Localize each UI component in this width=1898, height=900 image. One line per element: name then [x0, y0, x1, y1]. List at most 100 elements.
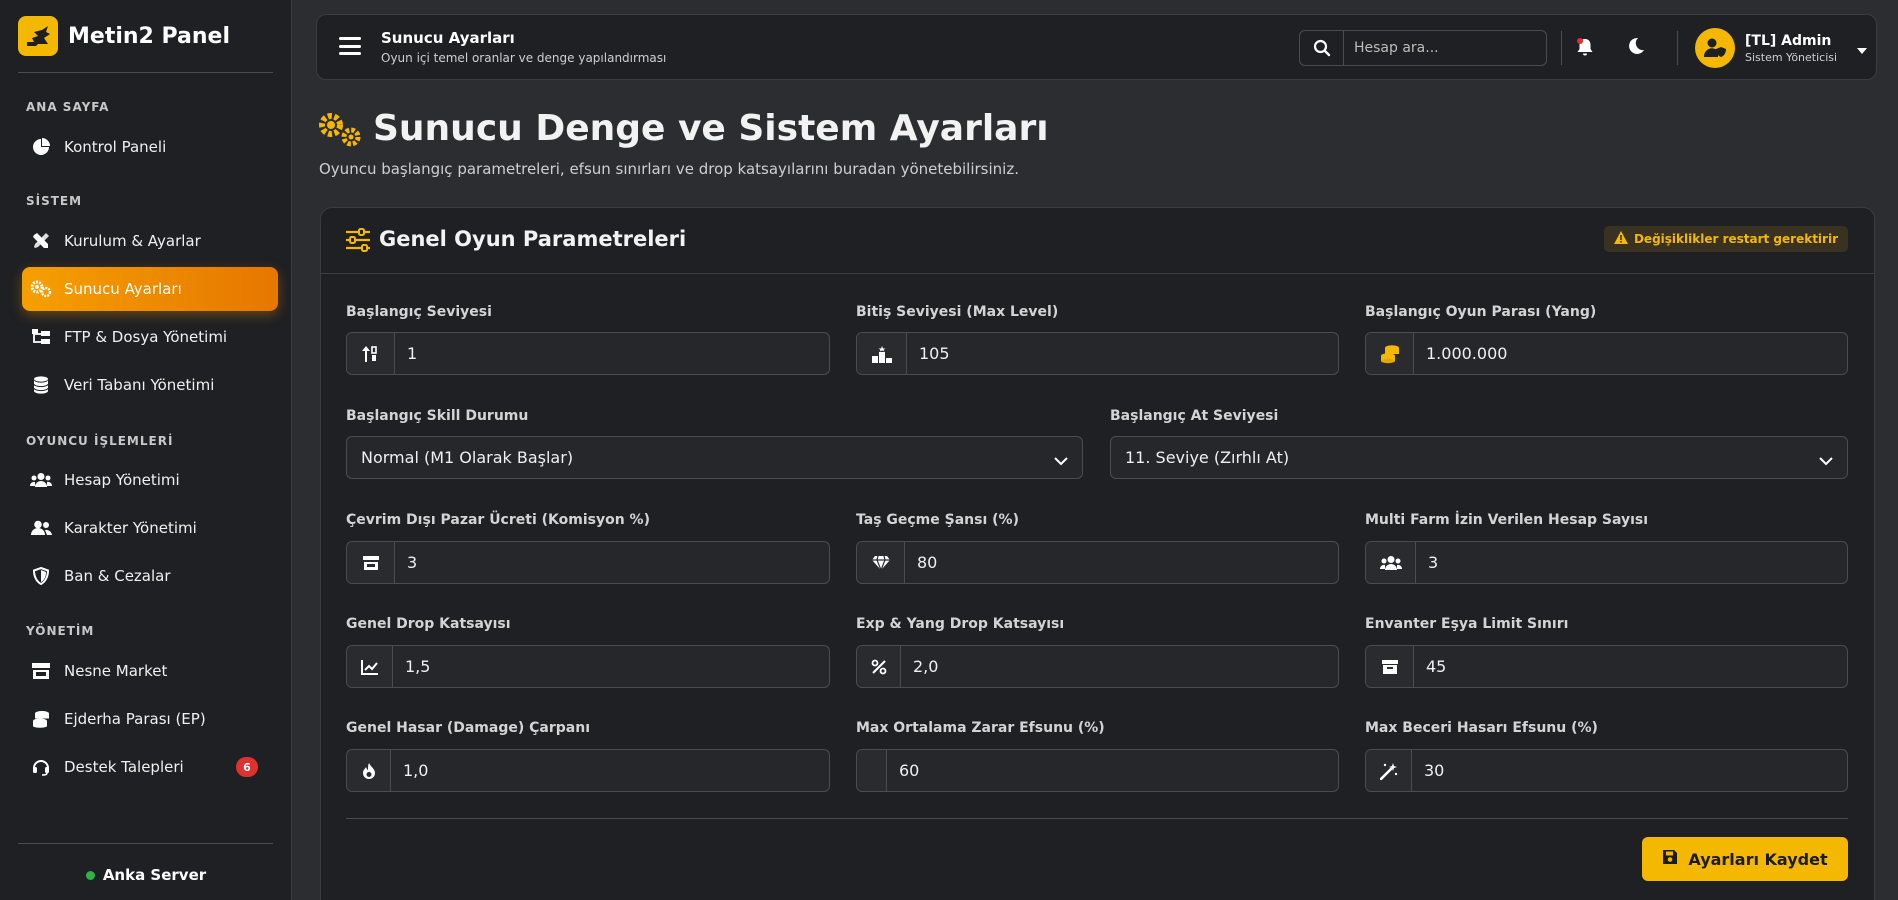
users-icon — [30, 469, 52, 491]
brand[interactable]: Metin2 Panel — [0, 0, 291, 72]
card-header: Genel Oyun Parametreleri Değişiklikler r… — [321, 208, 1874, 274]
chevron-down-icon — [1054, 451, 1068, 470]
menu-toggle-icon[interactable] — [339, 37, 361, 55]
top-bar: Sunucu Ayarları Oyun içi temel oranlar v… — [316, 14, 1877, 80]
sliders-icon — [345, 228, 371, 256]
chevron-down-icon — [1819, 451, 1833, 470]
search-input[interactable] — [1344, 31, 1546, 65]
exp-yang-rate-input[interactable] — [901, 646, 1338, 687]
max-skill-damage-input[interactable] — [1412, 750, 1847, 791]
gears-icon — [30, 278, 52, 300]
drop-rate-field — [346, 645, 830, 688]
section-sistem: SİSTEM — [26, 194, 83, 208]
sidebar-item-ftp-dosya[interactable]: FTP & Dosya Yönetimi — [22, 315, 278, 359]
sidebar-item-hesap[interactable]: Hesap Yönetimi — [22, 458, 278, 502]
save-disk-icon — [1662, 849, 1678, 869]
field-label: Çevrim Dışı Pazar Ücreti (Komisyon %) — [346, 512, 650, 528]
sidebar-item-label: Ban & Cezalar — [64, 567, 171, 585]
skill-state-select[interactable]: Normal (M1 Olarak Başlar) — [346, 436, 1083, 479]
account-search — [1299, 30, 1547, 66]
pie-chart-icon — [30, 136, 52, 158]
warning-text: Değişiklikler restart gerektirir — [1633, 232, 1838, 246]
market-fee-field — [346, 541, 830, 584]
page-title: Sunucu Denge ve Sistem Ayarları — [373, 108, 1049, 149]
sidebar-item-kurulum-ayarlar[interactable]: Kurulum & Ayarlar — [22, 219, 278, 263]
sidebar-bottom-divider — [18, 843, 273, 844]
sidebar-item-label: Destek Talepleri — [64, 758, 184, 776]
caret-down-icon — [1857, 39, 1868, 58]
damage-mult-field — [346, 749, 830, 792]
shield-icon — [30, 565, 52, 587]
warning-icon — [1613, 231, 1628, 247]
user-menu[interactable]: [TL] Admin Sistem Yöneticisi — [1695, 28, 1868, 68]
field-label: Bitiş Seviyesi (Max Level) — [856, 304, 1059, 320]
sidebar-item-label: Veri Tabanı Yönetimi — [64, 376, 215, 394]
store-icon — [347, 542, 395, 583]
archive-box-icon — [1366, 646, 1414, 687]
topbar-subtitle: Oyun içi temel oranlar ve denge yapıland… — [381, 51, 667, 65]
sidebar-item-ejderha-parasi[interactable]: Ejderha Parası (EP) — [22, 697, 278, 741]
max-level-input[interactable] — [907, 333, 1338, 374]
field-label: Başlangıç Oyun Parası (Yang) — [1365, 304, 1597, 320]
form-divider — [346, 818, 1848, 819]
sidebar-item-label: Karakter Yönetimi — [64, 519, 197, 537]
field-label: Max Ortalama Zarar Efsunu (%) — [856, 720, 1105, 736]
start-level-field — [346, 332, 830, 375]
moon-icon[interactable] — [1627, 37, 1645, 59]
stone-chance-input[interactable] — [905, 542, 1338, 583]
user-name: [TL] Admin — [1745, 32, 1832, 49]
save-settings-button[interactable]: Ayarları Kaydet — [1642, 837, 1848, 881]
sort-arrows-icon — [347, 333, 395, 374]
sidebar-item-veri-tabani[interactable]: Veri Tabanı Yönetimi — [22, 363, 278, 407]
market-fee-input[interactable] — [395, 542, 829, 583]
sidebar-item-sunucu-ayarlari[interactable]: Sunucu Ayarları — [22, 267, 278, 311]
gold-coins-icon — [1366, 333, 1414, 374]
tools-icon — [30, 230, 52, 252]
sidebar-item-label: Sunucu Ayarları — [64, 280, 182, 298]
sidebar-item-label: FTP & Dosya Yönetimi — [64, 328, 228, 346]
max-avg-damage-field — [856, 749, 1339, 792]
line-chart-icon — [347, 646, 393, 687]
horse-level-select[interactable]: 11. Seviye (Zırhlı At) — [1110, 436, 1848, 479]
user-shield-icon — [1695, 28, 1735, 68]
dragon-logo-icon — [18, 16, 58, 56]
online-status-dot — [85, 870, 95, 880]
search-icon[interactable] — [1300, 31, 1344, 65]
sidebar-item-nesne-market[interactable]: Nesne Market — [22, 649, 278, 693]
max-avg-damage-input[interactable] — [887, 750, 1338, 791]
damage-mult-input[interactable] — [391, 750, 829, 791]
field-label: Başlangıç Skill Durumu — [346, 408, 529, 424]
skill-state-value: Normal (M1 Olarak Başlar) — [361, 448, 574, 467]
bell-icon[interactable] — [1575, 37, 1595, 61]
restart-warning-badge: Değişiklikler restart gerektirir — [1603, 226, 1848, 252]
user-role: Sistem Yöneticisi — [1745, 50, 1838, 64]
sidebar: Metin2 Panel ANA SAYFA Kontrol Paneli Sİ… — [0, 0, 292, 900]
field-label: Max Beceri Hasarı Efsunu (%) — [1365, 720, 1598, 736]
max-level-field — [856, 332, 1339, 375]
sidebar-divider — [18, 72, 273, 73]
field-label: Genel Drop Katsayısı — [346, 616, 511, 632]
drop-rate-input[interactable] — [393, 646, 829, 687]
sidebar-item-label: Kurulum & Ayarlar — [64, 232, 201, 250]
sidebar-item-label: Ejderha Parası (EP) — [64, 710, 206, 728]
exp-yang-rate-field — [856, 645, 1339, 688]
multi-farm-field — [1365, 541, 1848, 584]
inventory-limit-input[interactable] — [1414, 646, 1847, 687]
start-yang-input[interactable] — [1414, 333, 1847, 374]
multi-farm-input[interactable] — [1416, 542, 1847, 583]
start-level-input[interactable] — [395, 333, 829, 374]
sidebar-item-kontrol-paneli[interactable]: Kontrol Paneli — [22, 125, 278, 169]
sidebar-item-destek[interactable]: Destek Talepleri 6 — [22, 745, 278, 789]
sidebar-item-ban[interactable]: Ban & Cezalar — [22, 554, 278, 598]
inventory-limit-field — [1365, 645, 1848, 688]
sidebar-item-karakter[interactable]: Karakter Yönetimi — [22, 506, 278, 550]
sidebar-item-label: Nesne Market — [64, 662, 168, 680]
field-label: Başlangıç Seviyesi — [346, 304, 492, 320]
field-label: Multi Farm İzin Verilen Hesap Sayısı — [1365, 512, 1649, 528]
users-icon — [1366, 542, 1416, 583]
brand-title: Metin2 Panel — [68, 23, 231, 49]
store-icon — [30, 660, 52, 682]
folder-tree-icon — [30, 326, 52, 348]
percent-icon — [857, 646, 901, 687]
page-subtitle: Oyuncu başlangıç parametreleri, efsun sı… — [319, 160, 1019, 178]
